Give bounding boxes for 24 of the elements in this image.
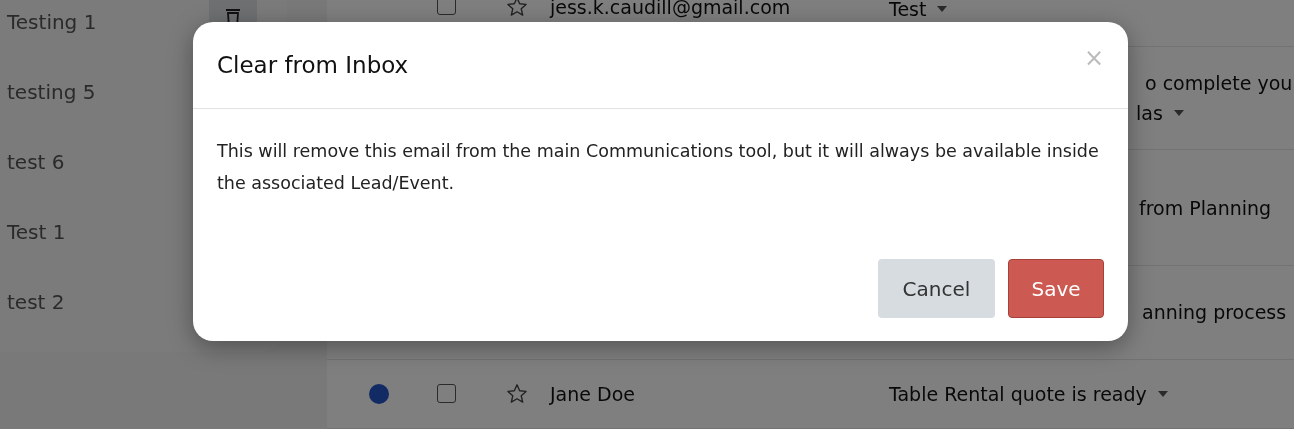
email-subject[interactable]: las <box>1136 98 1163 129</box>
star-icon[interactable] <box>506 382 528 405</box>
email-subject[interactable]: o complete you <box>1145 68 1293 99</box>
sidebar-item[interactable]: Testing 1 <box>7 10 97 34</box>
sender-name: Jane Doe <box>550 382 635 405</box>
cancel-button[interactable]: Cancel <box>878 259 995 318</box>
sidebar-item[interactable]: test 6 <box>7 150 65 174</box>
caret-icon[interactable] <box>1156 389 1169 398</box>
email-subject[interactable]: Test <box>889 0 927 19</box>
row-checkbox[interactable] <box>437 0 456 15</box>
sidebar-item[interactable]: test 2 <box>7 290 65 314</box>
sender-name: jess.k.caudill@gmail.com <box>550 0 791 18</box>
dialog-title: Clear from Inbox <box>217 52 409 78</box>
star-icon[interactable] <box>506 0 528 18</box>
dialog-message: This will remove this email from the main Communications tool, but it will always be available inside the associated Lead/Event. <box>217 140 1100 195</box>
row-checkbox[interactable] <box>437 384 456 404</box>
caret-icon[interactable] <box>936 5 949 13</box>
save-button[interactable]: Save <box>1008 259 1104 318</box>
email-subject[interactable]: Table Rental quote is ready <box>889 378 1147 409</box>
email-subject[interactable]: anning process <box>1142 297 1287 328</box>
caret-icon[interactable] <box>1172 109 1185 118</box>
sidebar-item[interactable]: Test 1 <box>7 220 66 244</box>
sidebar-item[interactable]: testing 5 <box>7 80 96 104</box>
email-subject[interactable]: from Planning <box>1139 192 1272 223</box>
